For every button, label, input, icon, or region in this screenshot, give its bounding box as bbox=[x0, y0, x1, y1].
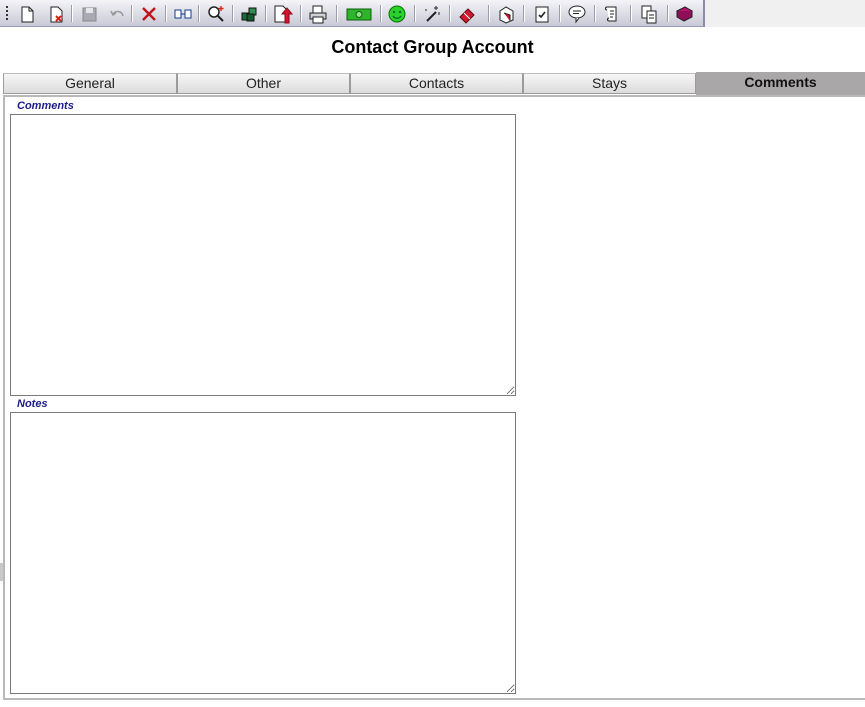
compare-icon[interactable] bbox=[172, 3, 194, 25]
notes-label: Notes bbox=[17, 398, 48, 410]
money-icon[interactable] bbox=[345, 3, 373, 25]
smiley-icon[interactable] bbox=[386, 3, 408, 25]
tab-other[interactable]: Other bbox=[177, 73, 350, 94]
left-edge-strip bbox=[0, 563, 3, 581]
toolbar bbox=[0, 0, 705, 27]
magic-wand-icon[interactable] bbox=[421, 3, 443, 25]
notes-field[interactable] bbox=[10, 412, 516, 694]
copy-icon[interactable] bbox=[638, 3, 660, 25]
tab-contacts[interactable]: Contacts bbox=[350, 73, 523, 94]
tab-general[interactable]: General bbox=[3, 73, 177, 94]
comments-label: Comments bbox=[17, 100, 74, 112]
tab-comments[interactable]: Comments bbox=[696, 72, 865, 95]
tab-bar: General Other Contacts Stays Comments bbox=[3, 72, 865, 95]
checklist-icon[interactable] bbox=[531, 3, 553, 25]
new-icon[interactable] bbox=[16, 3, 38, 25]
scroll-icon[interactable] bbox=[601, 3, 623, 25]
network-icon[interactable] bbox=[238, 3, 260, 25]
upload-icon[interactable] bbox=[271, 3, 293, 25]
comment-icon[interactable] bbox=[566, 3, 588, 25]
toolbar-background bbox=[705, 0, 865, 27]
find-icon[interactable] bbox=[205, 3, 227, 25]
delete-document-icon[interactable] bbox=[45, 3, 67, 25]
comments-field[interactable] bbox=[10, 114, 516, 396]
undo-icon[interactable] bbox=[106, 3, 128, 25]
book-icon[interactable] bbox=[673, 3, 695, 25]
print-icon[interactable] bbox=[307, 3, 329, 25]
save-icon[interactable] bbox=[78, 3, 100, 25]
cancel-icon[interactable] bbox=[138, 3, 160, 25]
box-icon[interactable] bbox=[495, 3, 517, 25]
page-title: Contact Group Account bbox=[331, 37, 534, 57]
eraser-icon[interactable] bbox=[456, 3, 478, 25]
tab-stays[interactable]: Stays bbox=[523, 73, 696, 94]
toolbar-grip[interactable] bbox=[6, 6, 8, 20]
